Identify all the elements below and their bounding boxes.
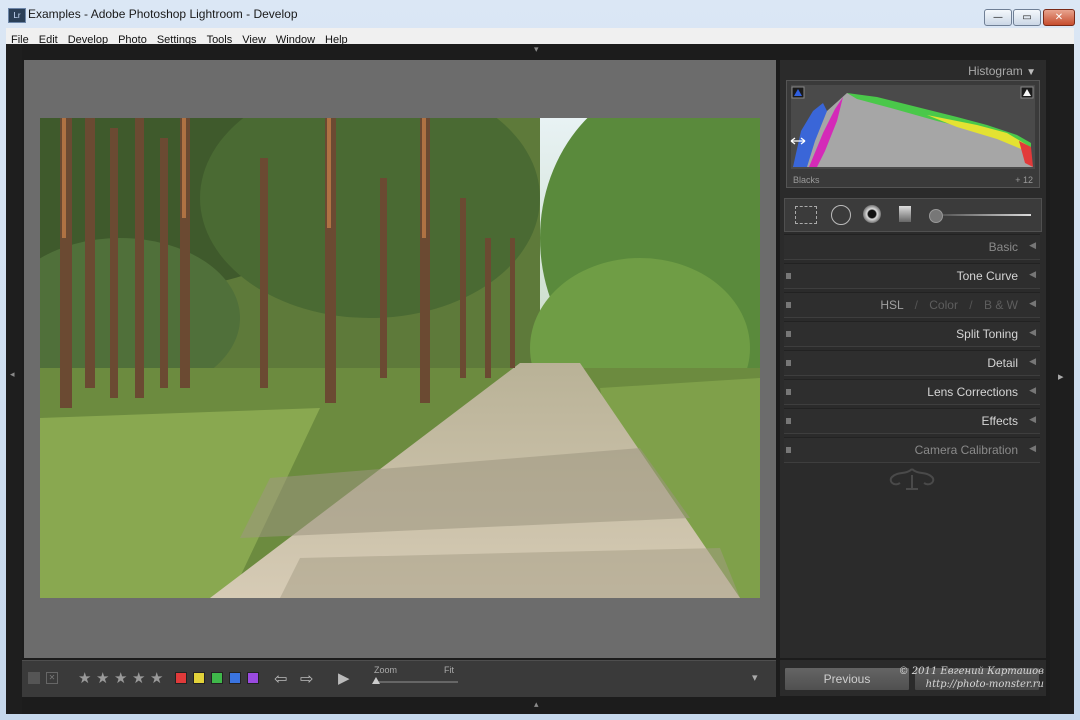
right-panel-toggle-icon[interactable]: ▸ <box>1058 370 1064 383</box>
star-2-icon[interactable]: ★ <box>96 669 109 687</box>
red-eye-correction-icon[interactable] <box>863 205 881 223</box>
detail-panel-header[interactable]: Detail ◀ <box>784 350 1040 376</box>
hsl-switch[interactable] <box>786 302 791 308</box>
lens-corrections-switch[interactable] <box>786 389 791 395</box>
forest-path-photo <box>40 118 760 598</box>
image-work-area <box>24 60 776 658</box>
flag-icon[interactable] <box>28 672 40 684</box>
lens-corrections-panel-label: Lens Corrections <box>927 385 1018 399</box>
hsl-tab-separator: / <box>969 298 973 312</box>
tab-hsl[interactable]: HSL <box>880 298 903 312</box>
star-1-icon[interactable]: ★ <box>78 669 91 687</box>
color-label-blue[interactable] <box>229 672 241 684</box>
star-5-icon[interactable]: ★ <box>150 669 163 687</box>
effects-panel-label: Effects <box>981 414 1018 428</box>
left-panel-collapsed[interactable]: ◂ <box>6 44 22 714</box>
histogram: Blacks + 12 <box>786 80 1040 188</box>
play-slideshow-icon[interactable]: ▶ <box>338 669 350 687</box>
watermark-line-2: http://photo-monster.ru <box>925 679 1044 690</box>
camera-calibration-panel-label: Camera Calibration <box>914 443 1018 457</box>
bottom-panel-toggle-icon[interactable]: ▴ <box>534 700 539 710</box>
previous-button[interactable]: Previous <box>784 667 910 691</box>
left-panel-toggle-icon[interactable]: ◂ <box>10 370 15 380</box>
toolbar-options-chevron-icon[interactable]: ▾ <box>752 671 758 684</box>
photo-preview <box>40 118 760 598</box>
zoom-slider-thumb[interactable] <box>372 677 380 684</box>
watermark-line-1: © 2011 Евгений Карташов <box>898 666 1044 677</box>
close-button[interactable]: ✕ <box>1043 9 1075 26</box>
effects-panel-header[interactable]: Effects ◀ <box>784 408 1040 434</box>
next-photo-arrow-icon[interactable]: ⇨ <box>300 669 313 688</box>
graduated-filter-icon[interactable] <box>899 206 911 222</box>
hsl-tab-separator: / <box>914 298 918 312</box>
filmstrip-toolbar: ✕ ★ ★ ★ ★ ★ ⇦ ⇨ ▶ Zoom Fit ▾ <box>22 660 776 697</box>
split-toning-switch[interactable] <box>786 331 791 337</box>
effects-collapse-icon[interactable]: ◀ <box>1029 415 1036 425</box>
maximize-button[interactable]: ▭ <box>1013 9 1041 26</box>
menu-bar: File Edit Develop Photo Settings Tools View Win… <box>6 28 1074 46</box>
hsl-panel-header[interactable]: HSL / Color / B & W ◀ <box>784 292 1040 318</box>
basic-panel-header[interactable]: Basic ◀ <box>784 234 1040 260</box>
histogram-header[interactable]: Histogram ▼ <box>968 64 1036 78</box>
star-4-icon[interactable]: ★ <box>132 669 145 687</box>
detail-switch[interactable] <box>786 360 791 366</box>
hsl-tabs: HSL / Color / B & W <box>880 298 1018 312</box>
crop-overlay-icon[interactable] <box>795 206 817 224</box>
spot-removal-icon[interactable] <box>831 205 851 225</box>
split-toning-panel-label: Split Toning <box>956 327 1018 341</box>
histogram-title: Histogram <box>968 64 1023 78</box>
zoom-slider-track[interactable] <box>374 681 458 683</box>
tone-curve-collapse-icon[interactable]: ◀ <box>1029 270 1036 280</box>
basic-collapse-icon[interactable]: ◀ <box>1029 241 1036 251</box>
window-title: Examples - Adobe Photoshop Lightroom - D… <box>28 7 298 21</box>
zoom-label: Zoom <box>374 665 398 675</box>
histogram-readout-label: Blacks <box>793 175 820 185</box>
split-toning-collapse-icon[interactable]: ◀ <box>1029 328 1036 338</box>
previous-photo-arrow-icon[interactable]: ⇦ <box>274 669 287 688</box>
detail-panel-label: Detail <box>987 356 1018 370</box>
basic-panel-label: Basic <box>988 240 1018 254</box>
minimize-button[interactable]: — <box>984 9 1012 26</box>
lightroom-app-icon: Lr <box>8 8 26 23</box>
histogram-readout-value: + 12 <box>1015 175 1033 185</box>
watermark: © 2011 Евгений Карташов http://photo-mon… <box>894 665 1044 691</box>
tone-curve-panel-header[interactable]: Tone Curve ◀ <box>784 263 1040 289</box>
right-panel-edge[interactable]: ▸ <box>1050 44 1074 714</box>
develop-right-panel: Histogram ▼ Blacks + 12 Basic ◀ Tone Cur… <box>780 60 1046 658</box>
color-label-yellow[interactable] <box>193 672 205 684</box>
lens-corrections-panel-header[interactable]: Lens Corrections ◀ <box>784 379 1040 405</box>
color-label-green[interactable] <box>211 672 223 684</box>
panel-end-ornament-icon <box>889 468 935 490</box>
camera-calibration-panel-header[interactable]: Camera Calibration ◀ <box>784 437 1040 463</box>
split-toning-panel-header[interactable]: Split Toning ◀ <box>784 321 1040 347</box>
tab-color[interactable]: Color <box>929 298 958 312</box>
lightroom-workspace: ▾ ◂ ▸ ✕ ★ ★ ★ ★ ★ ⇦ ⇨ ▶ Zoom Fit ▾ Histo… <box>6 44 1074 714</box>
tone-curve-panel-label: Tone Curve <box>956 269 1018 283</box>
tone-curve-switch[interactable] <box>786 273 791 279</box>
effects-switch[interactable] <box>786 418 791 424</box>
zoom-value: Fit <box>444 665 454 675</box>
lens-corrections-collapse-icon[interactable]: ◀ <box>1029 386 1036 396</box>
adjustment-brush-icon[interactable] <box>929 209 943 223</box>
tab-bw[interactable]: B & W <box>984 298 1018 312</box>
detail-collapse-icon[interactable]: ◀ <box>1029 357 1036 367</box>
develop-tool-strip <box>784 198 1042 232</box>
develop-bottom-actions: Previous © 2011 Евгений Карташов http://… <box>780 660 1046 696</box>
color-label-red[interactable] <box>175 672 187 684</box>
top-panel-toggle-icon[interactable]: ▾ <box>534 45 539 55</box>
app-window: Lr Examples - Adobe Photoshop Lightroom … <box>0 0 1080 720</box>
adjustment-brush-slider[interactable] <box>943 214 1031 216</box>
reject-flag-icon[interactable]: ✕ <box>46 672 58 684</box>
color-label-purple[interactable] <box>247 672 259 684</box>
hsl-collapse-icon[interactable]: ◀ <box>1029 299 1036 309</box>
camera-calibration-collapse-icon[interactable]: ◀ <box>1029 444 1036 454</box>
title-bar: Lr Examples - Adobe Photoshop Lightroom … <box>0 0 1080 28</box>
histogram-collapse-icon[interactable]: ▼ <box>1026 67 1036 78</box>
histogram-graph <box>790 85 1035 169</box>
star-3-icon[interactable]: ★ <box>114 669 127 687</box>
camera-calibration-switch[interactable] <box>786 447 791 453</box>
